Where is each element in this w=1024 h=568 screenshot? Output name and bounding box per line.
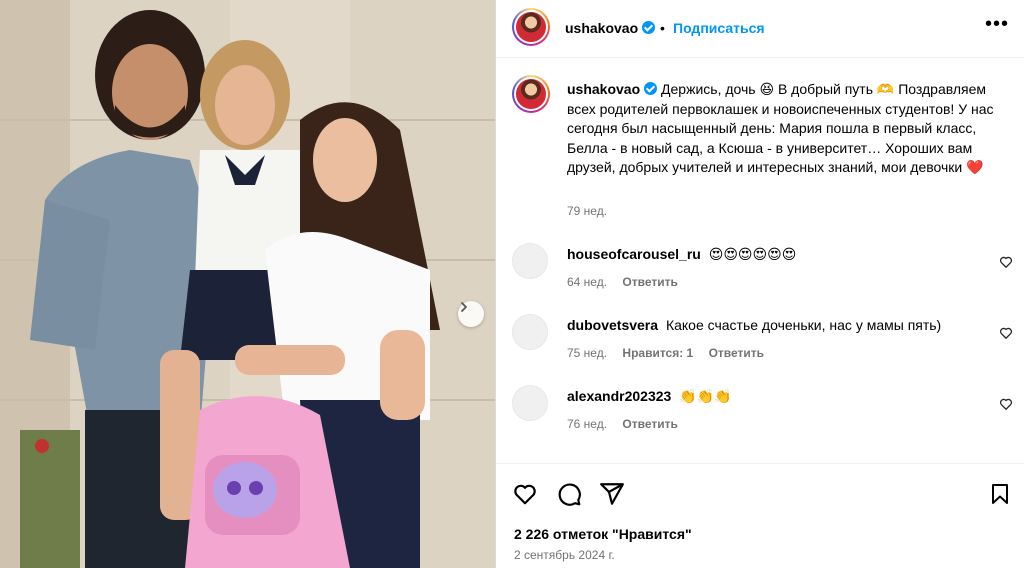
comment-username[interactable]: dubovetsvera [567, 317, 658, 333]
caption-username[interactable]: ushakovao [567, 81, 640, 97]
next-photo-button[interactable] [458, 301, 484, 327]
comment-username[interactable]: houseofcarousel_ru [567, 246, 701, 262]
comment-time[interactable]: 75 нед. [567, 346, 607, 360]
comment-text: 👏👏👏 [679, 389, 732, 405]
chevron-right-icon [461, 302, 467, 312]
comment-username[interactable]: alexandr202323 [567, 388, 671, 404]
comment-item: alexandr202323 👏👏👏 76 нед. Ответить [496, 385, 1024, 445]
send-icon[interactable] [599, 481, 625, 507]
heart-icon[interactable] [512, 481, 538, 507]
comments-section[interactable]: ushakovao Держись, дочь 😆 В добрый путь … [496, 59, 1024, 463]
author-avatar[interactable] [512, 8, 550, 46]
post-panel: ushakovao • Подписаться ••• ushakovao Де… [495, 0, 1024, 568]
comment-likes-count[interactable]: Нравится: 1 [622, 346, 693, 360]
comment-time[interactable]: 64 нед. [567, 275, 607, 289]
caption-avatar[interactable] [512, 75, 550, 113]
like-comment-heart-icon[interactable] [999, 326, 1013, 340]
verified-badge-icon [644, 82, 658, 95]
bookmark-icon[interactable] [988, 481, 1012, 507]
commenter-avatar[interactable] [512, 385, 548, 421]
post-caption: ushakovao Держись, дочь 😆 В добрый путь … [567, 80, 997, 178]
comment-text: 😍😍😍😍😍😍 [708, 247, 797, 263]
comment-icon[interactable] [556, 481, 582, 507]
follow-button[interactable]: Подписаться [673, 20, 765, 36]
comment-item: dubovetsvera Какое счастье доченьки, нас… [496, 314, 1024, 374]
post-photo [0, 0, 495, 568]
commenter-avatar[interactable] [512, 243, 548, 279]
likes-count[interactable]: 2 226 отметок "Нравится" [514, 526, 692, 542]
comment-text: Какое счастье доченьки, нас у мамы пять) [665, 317, 942, 333]
post-header: ushakovao • Подписаться ••• [496, 0, 1024, 58]
separator-dot: • [660, 20, 665, 36]
post-actions: 2 226 отметок "Нравится" 2 сентябрь 2024… [496, 463, 1024, 568]
more-options-icon[interactable]: ••• [985, 14, 1009, 34]
caption-timestamp[interactable]: 79 нед. [567, 204, 607, 218]
reply-button[interactable]: Ответить [622, 417, 677, 431]
like-comment-heart-icon[interactable] [999, 255, 1013, 269]
verified-badge-icon [642, 21, 656, 34]
like-comment-heart-icon[interactable] [999, 397, 1013, 411]
family-photo-illustration [0, 0, 495, 568]
reply-button[interactable]: Ответить [622, 275, 677, 289]
commenter-avatar[interactable] [512, 314, 548, 350]
comment-time[interactable]: 76 нед. [567, 417, 607, 431]
reply-button[interactable]: Ответить [709, 346, 764, 360]
comment-item: houseofcarousel_ru 😍😍😍😍😍😍 64 нед. Ответи… [496, 243, 1024, 303]
author-username[interactable]: ushakovao [565, 20, 638, 36]
post-date[interactable]: 2 сентябрь 2024 г. [514, 548, 615, 562]
